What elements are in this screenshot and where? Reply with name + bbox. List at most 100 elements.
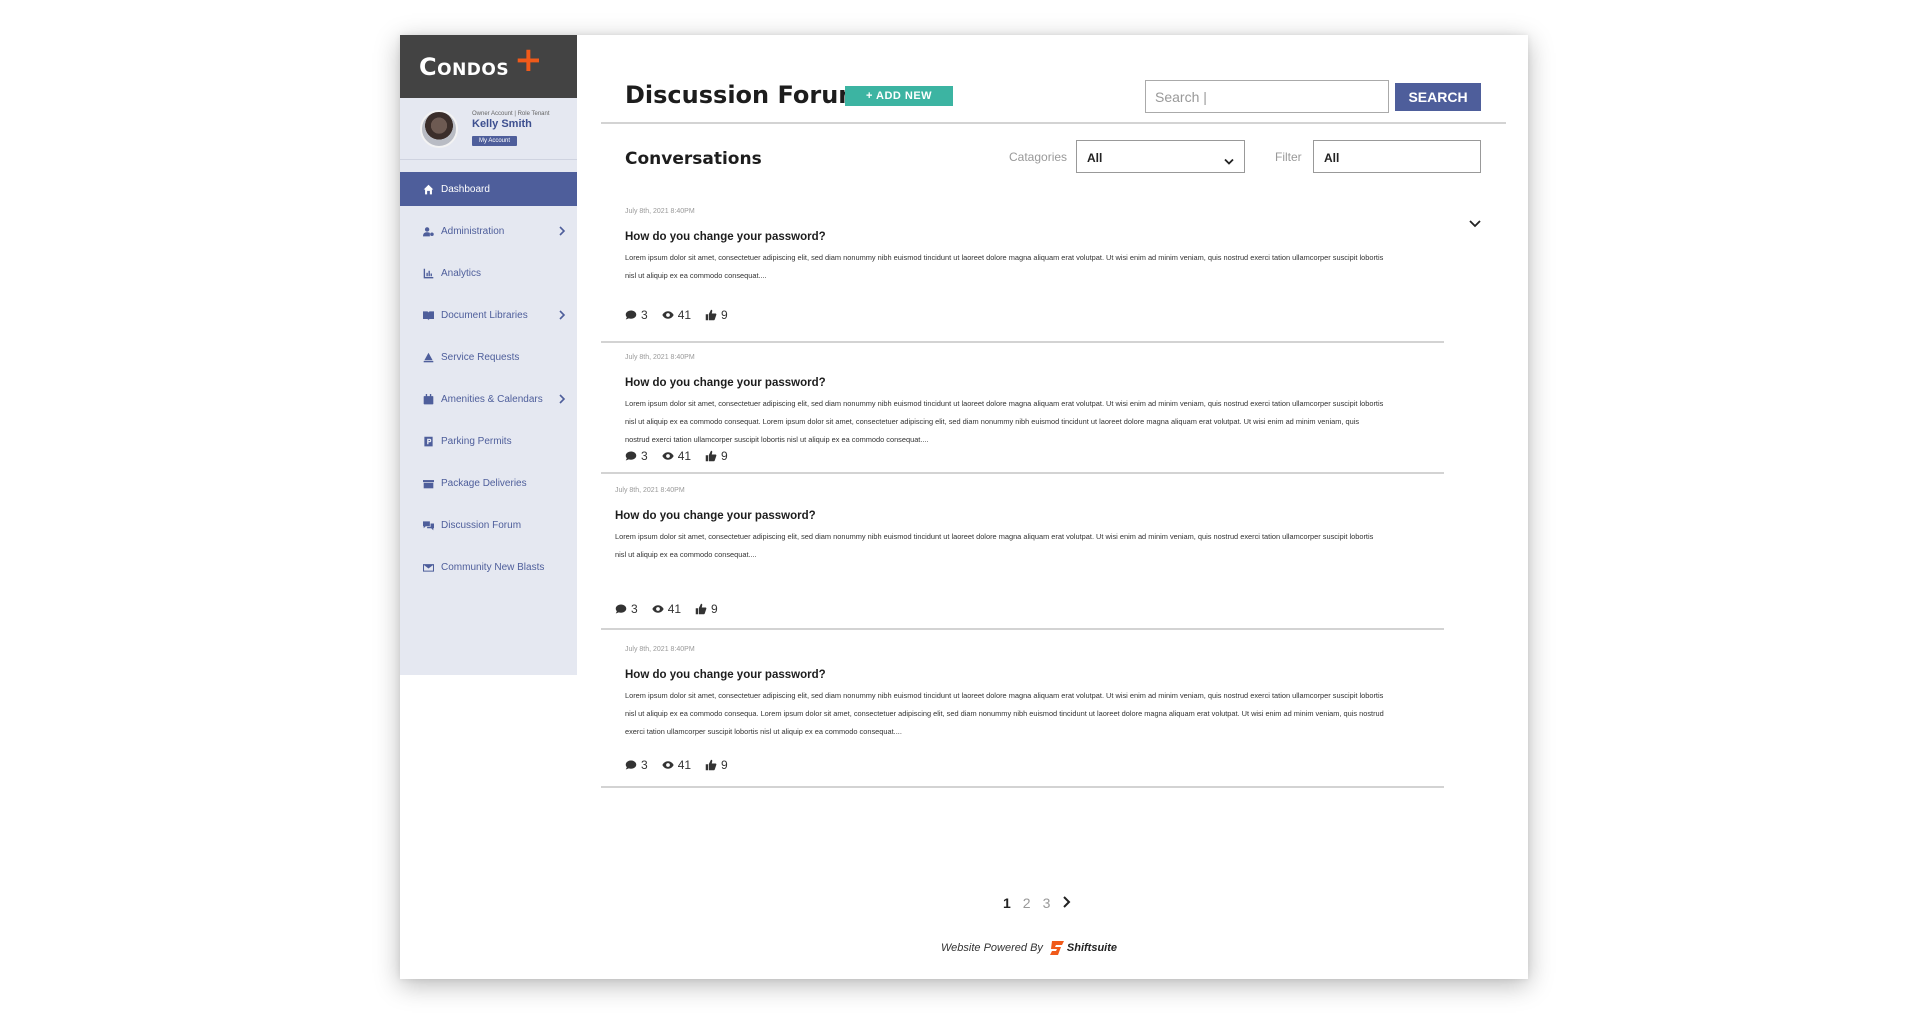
sidebar-item-discussion-forum[interactable]: Discussion Forum xyxy=(400,508,577,542)
post-stats: 3 41 9 xyxy=(625,449,742,463)
post-body: Lorem ipsum dolor sit amet, consectetuer… xyxy=(625,691,1384,736)
filter-value: All xyxy=(1324,151,1340,165)
filter-input[interactable]: All xyxy=(1313,140,1481,173)
like-count[interactable]: 9 xyxy=(695,602,718,616)
post-title[interactable]: How do you change your password? xyxy=(625,231,1444,243)
sidebar-item-package-deliveries[interactable]: Package Deliveries xyxy=(400,466,577,500)
search-button[interactable]: SEARCH xyxy=(1395,83,1481,111)
user-profile: Owner Account | Role Tenant Kelly Smith … xyxy=(400,98,577,160)
chart-icon xyxy=(422,267,434,279)
categories-select[interactable]: All xyxy=(1076,140,1245,173)
shiftsuite-logo[interactable]: Shiftsuite xyxy=(1049,940,1117,956)
post-item[interactable]: July 8th, 2021 8:40PM How do you change … xyxy=(601,630,1444,788)
sidebar-item-label: Amenities & Calendars xyxy=(441,393,543,405)
my-account-button[interactable]: My Account xyxy=(472,136,518,146)
post-date: July 8th, 2021 8:40PM xyxy=(625,354,695,361)
view-count: 41 xyxy=(662,308,691,322)
sidebar-item-label: Parking Permits xyxy=(441,435,512,447)
post-item[interactable]: July 8th, 2021 8:40PM How do you change … xyxy=(601,202,1444,343)
categories-label: Catagories xyxy=(1009,150,1068,164)
sidebar-item-community-new-blasts[interactable]: Community New Blasts xyxy=(400,550,577,584)
user-name: Kelly Smith xyxy=(472,118,532,130)
logo[interactable]: Condos + xyxy=(400,35,577,98)
chevron-down-icon xyxy=(1224,153,1234,165)
envelope-icon xyxy=(422,561,434,573)
sidebar-item-label: Dashboard xyxy=(441,183,490,195)
comment-count[interactable]: 3 xyxy=(625,758,648,772)
parking-icon xyxy=(422,435,434,447)
package-icon xyxy=(422,477,434,489)
avatar[interactable] xyxy=(420,109,458,148)
sidebar-nav: Dashboard Administration Analytics Docum… xyxy=(400,172,577,584)
chevron-right-icon xyxy=(558,310,566,320)
post-title[interactable]: How do you change your password? xyxy=(625,669,1444,681)
powered-by-text: Website Powered By xyxy=(941,942,1043,954)
app-window: Condos + Owner Account | Role Tenant Kel… xyxy=(400,35,1528,979)
view-count: 41 xyxy=(662,758,691,772)
comment-icon xyxy=(615,604,627,614)
post-item[interactable]: July 8th, 2021 8:40PM How do you change … xyxy=(601,474,1444,630)
like-count[interactable]: 9 xyxy=(705,758,728,772)
sidebar-item-administration[interactable]: Administration xyxy=(400,214,577,248)
shiftsuite-icon xyxy=(1049,941,1064,955)
post-stats: 3 41 9 xyxy=(625,758,742,772)
page-title: Discussion Forum xyxy=(625,81,864,109)
bell-icon xyxy=(422,351,434,363)
eye-icon xyxy=(662,452,674,460)
sidebar-item-label: Discussion Forum xyxy=(441,519,522,531)
page-1-link[interactable]: 1 xyxy=(1003,895,1011,911)
sidebar-item-amenities-calendars[interactable]: Amenities & Calendars xyxy=(400,382,577,416)
sidebar-item-service-requests[interactable]: Service Requests xyxy=(400,340,577,374)
comment-count[interactable]: 3 xyxy=(615,602,638,616)
page-3-link[interactable]: 3 xyxy=(1043,895,1051,911)
post-stats: 3 41 9 xyxy=(625,308,742,322)
comments-icon xyxy=(422,519,434,531)
filter-label: Filter xyxy=(1275,150,1302,164)
comment-icon xyxy=(625,760,637,770)
search-input[interactable] xyxy=(1145,80,1389,113)
eye-icon xyxy=(662,761,674,769)
sidebar-item-label: Administration xyxy=(441,225,505,237)
sidebar-item-label: Community New Blasts xyxy=(441,561,545,573)
comment-icon xyxy=(625,310,637,320)
sidebar-item-label: Package Deliveries xyxy=(441,477,527,489)
comment-count[interactable]: 3 xyxy=(625,449,648,463)
comment-icon xyxy=(625,451,637,461)
book-icon xyxy=(422,309,434,321)
post-date: July 8th, 2021 8:40PM xyxy=(615,487,685,494)
expand-chevron-icon[interactable] xyxy=(1469,216,1481,228)
pagination: 1 2 3 xyxy=(1003,895,1071,911)
thumbs-up-icon xyxy=(705,450,717,462)
post-item[interactable]: July 8th, 2021 8:40PM How do you change … xyxy=(601,343,1444,474)
page-2-link[interactable]: 2 xyxy=(1023,895,1031,911)
header-divider xyxy=(601,122,1506,124)
comment-count[interactable]: 3 xyxy=(625,308,648,322)
sidebar-item-dashboard[interactable]: Dashboard xyxy=(400,172,577,206)
post-title[interactable]: How do you change your password? xyxy=(625,377,1444,389)
brand-plus-icon: + xyxy=(514,39,543,80)
post-title[interactable]: How do you change your password? xyxy=(615,510,1444,522)
view-count: 41 xyxy=(662,449,691,463)
categories-selected-value: All xyxy=(1087,151,1103,165)
eye-icon xyxy=(652,605,664,613)
brand-name: Condos xyxy=(419,52,510,81)
chevron-right-icon xyxy=(558,226,566,236)
post-body: Lorem ipsum dolor sit amet, consectetuer… xyxy=(625,253,1384,280)
like-count[interactable]: 9 xyxy=(705,308,728,322)
view-count: 41 xyxy=(652,602,681,616)
post-stats: 3 41 9 xyxy=(615,602,732,616)
thumbs-up-icon xyxy=(705,309,717,321)
eye-icon xyxy=(662,311,674,319)
add-new-button[interactable]: + ADD NEW xyxy=(845,86,953,106)
sidebar-item-analytics[interactable]: Analytics xyxy=(400,256,577,290)
sidebar-item-parking-permits[interactable]: Parking Permits xyxy=(400,424,577,458)
like-count[interactable]: 9 xyxy=(705,449,728,463)
next-page-icon[interactable] xyxy=(1062,895,1071,911)
post-body: Lorem ipsum dolor sit amet, consectetuer… xyxy=(625,399,1384,444)
post-body: Lorem ipsum dolor sit amet, consectetuer… xyxy=(615,532,1374,559)
sidebar-item-document-libraries[interactable]: Document Libraries xyxy=(400,298,577,332)
home-icon xyxy=(422,183,434,195)
chevron-right-icon xyxy=(558,394,566,404)
conversations-title: Conversations xyxy=(625,149,762,169)
post-date: July 8th, 2021 8:40PM xyxy=(625,646,695,653)
